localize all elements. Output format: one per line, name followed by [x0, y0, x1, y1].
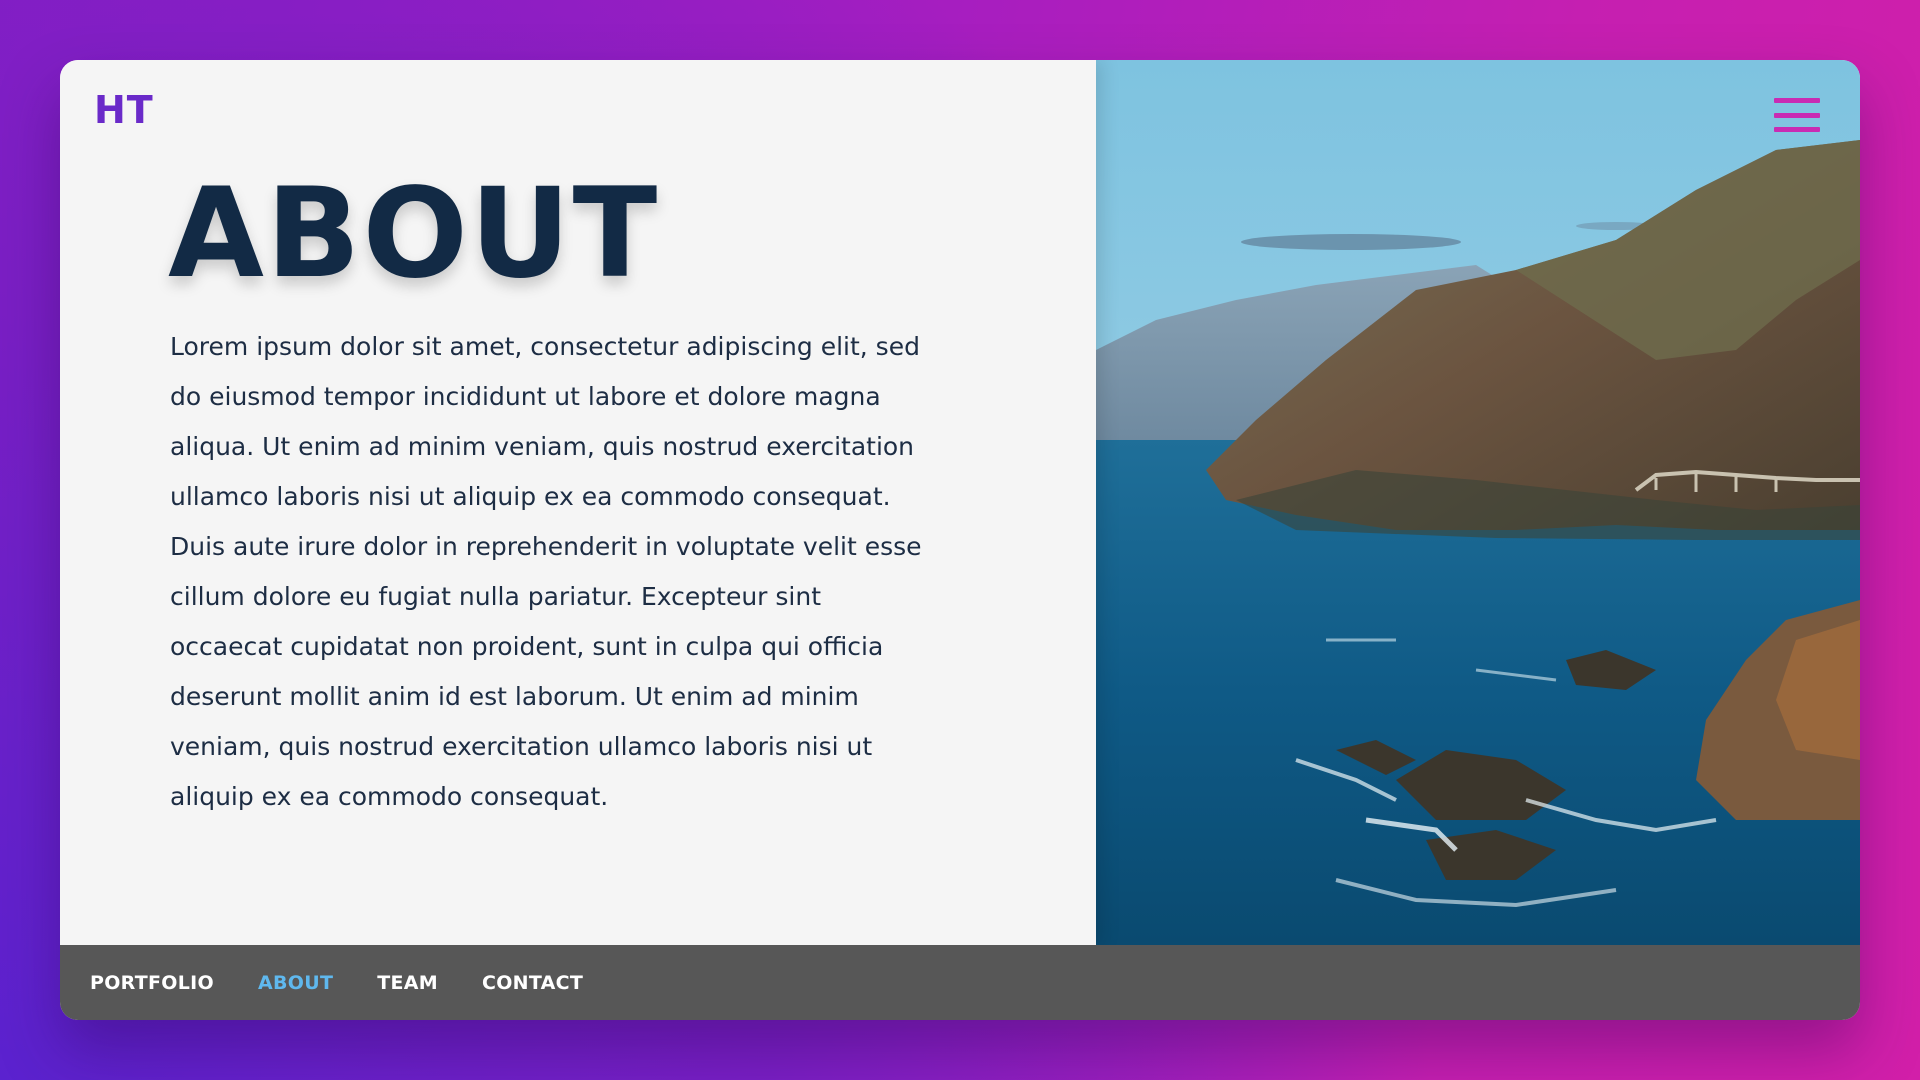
nav-item-team[interactable]: TEAM [377, 972, 438, 994]
nav-item-contact[interactable]: CONTACT [482, 972, 583, 994]
landscape-image [1096, 60, 1860, 945]
coastal-cliffs-photo [1096, 60, 1860, 945]
site-logo[interactable]: HT [94, 88, 154, 132]
menu-bar-middle [1774, 112, 1820, 118]
menu-bar-bottom [1774, 127, 1820, 132]
main-card: HT ABOUT Lorem ipsum dolor sit amet, con… [60, 60, 1860, 1020]
content-panel: HT ABOUT Lorem ipsum dolor sit amet, con… [60, 60, 1096, 945]
hamburger-menu-icon[interactable] [1774, 98, 1820, 132]
nav-item-about[interactable]: ABOUT [258, 972, 333, 994]
nav-item-portfolio[interactable]: PORTFOLIO [90, 972, 214, 994]
about-body-text: Lorem ipsum dolor sit amet, consectetur … [170, 332, 922, 811]
page-title: ABOUT [168, 162, 660, 306]
menu-bar-top [1774, 98, 1820, 103]
footer-nav: PORTFOLIO ABOUT TEAM CONTACT [60, 945, 1860, 1020]
